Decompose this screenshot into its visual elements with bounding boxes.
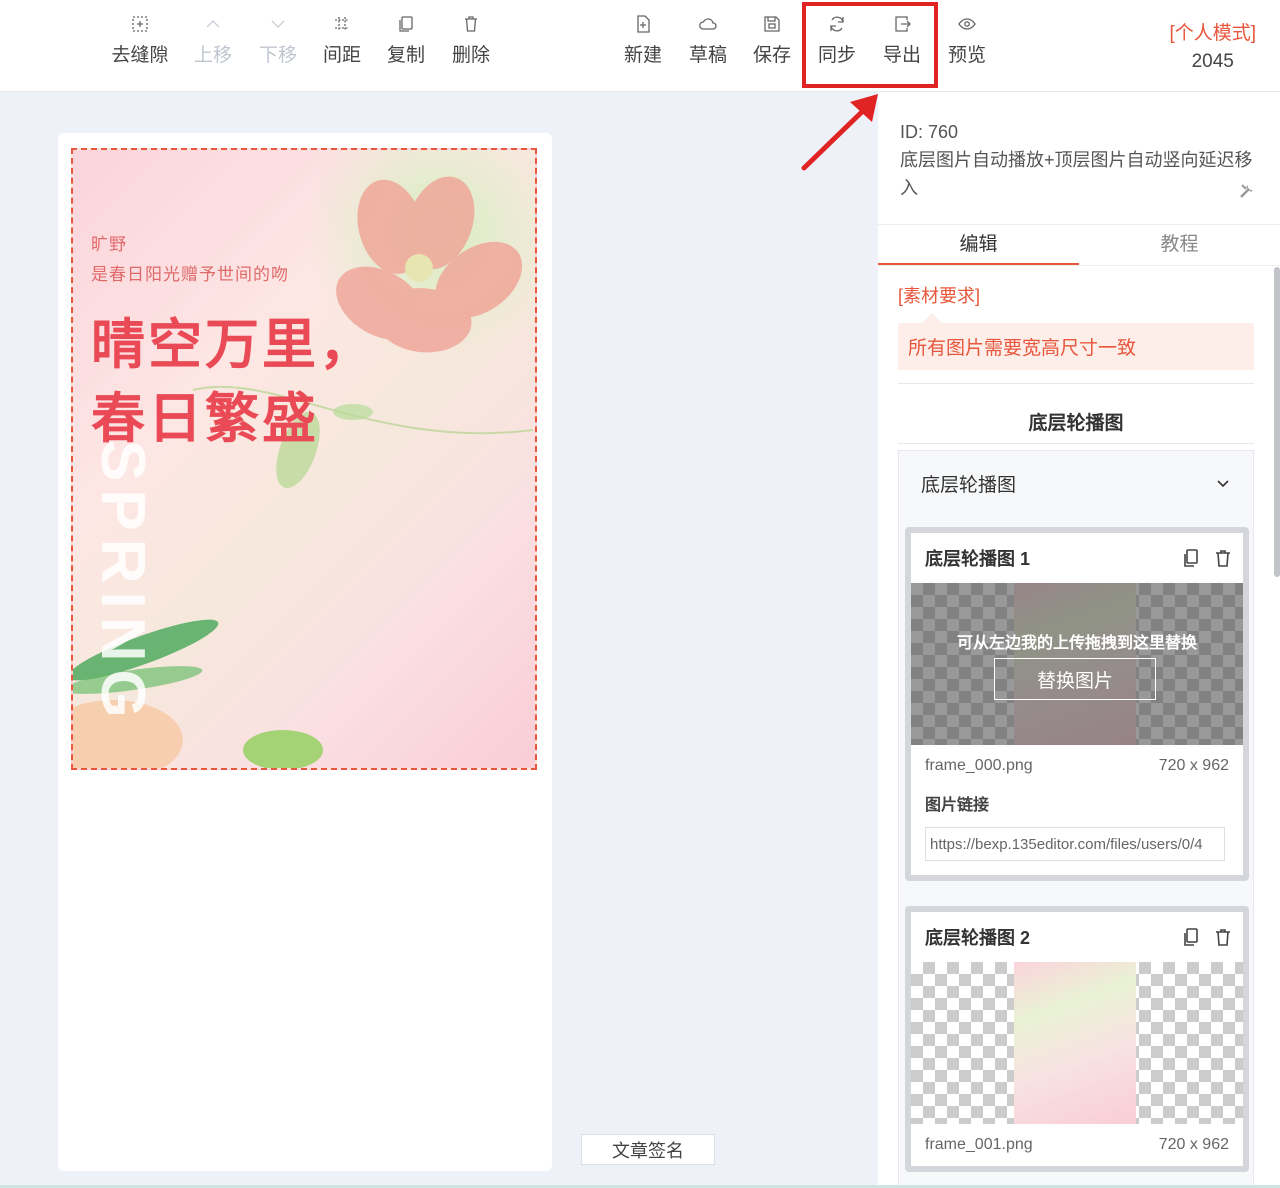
new-label: 新建 [623,45,662,66]
chevron-up-icon [206,20,220,28]
sync-export-highlight [802,2,938,88]
gap-icon [132,16,148,32]
new-file-icon [637,15,650,33]
carousel-card-2: 底层轮播图 2 frame_001.png 720 x 962 [905,906,1249,1172]
image-thumbnail[interactable] [911,962,1243,1124]
spacing-label: 间距 [322,45,361,66]
section-title: 底层轮播图 [1028,413,1124,434]
poster-subtitle-2: 是春日阳光赠予世间的吻 [91,265,289,284]
spacing-icon [335,17,349,31]
annotation-arrow-icon [801,94,878,171]
top-toolbar: 去缝隙 上移 下移 间距 复制 删除 新建 草稿 保存 同步 导出 预览 [个人… [0,0,1280,92]
chevron-down-icon [1217,480,1229,488]
copy-icon[interactable] [1181,927,1201,947]
file-dimensions: 720 x 962 [1158,1136,1229,1153]
tab-tutorial[interactable]: 教程 [1079,225,1280,265]
poster-vertical-word: SPRING [88,440,157,726]
delete-label: 删除 [451,45,490,66]
collapse-title: 底层轮播图 [921,474,1017,496]
spacing-button[interactable]: 间距 [310,14,374,78]
properties-panel: ID: 760 底层图片自动播放+顶层图片自动竖向延迟移入 编辑 教程 [素材要… [878,92,1280,1188]
copy-icon[interactable] [1181,548,1201,568]
poster-subtitle-1: 旷野 [91,235,127,254]
tools-icon[interactable] [1238,182,1256,200]
tab-edit[interactable]: 编辑 [878,225,1079,265]
move-down-label: 下移 [258,45,297,66]
image-link-input[interactable] [925,827,1225,861]
preview-button[interactable]: 预览 [935,14,999,78]
card-title: 底层轮播图 1 [925,549,1031,569]
requirement-title: [素材要求] [898,286,981,306]
image-thumbnail[interactable]: 可从左边我的上传拖拽到这里替换 替换图片 [911,583,1243,745]
preview-label: 预览 [947,45,986,66]
save-icon [764,16,780,32]
template-id: ID: 760 [900,122,959,142]
new-button[interactable]: 新建 [611,14,675,78]
mode-indicator[interactable]: [个人模式] 2045 [1169,18,1256,73]
drag-hint: 可从左边我的上传拖拽到这里替换 [956,635,1197,652]
panel-scrollbar[interactable] [1274,267,1280,577]
save-label: 保存 [752,45,791,66]
trash-icon[interactable] [1213,927,1233,947]
move-up-label: 上移 [193,45,232,66]
copy-icon [399,16,413,32]
template-description: 底层图片自动播放+顶层图片自动竖向延迟移入 [900,150,1253,198]
editor-canvas: 旷野 是春日阳光赠予世间的吻 晴空万里， 春日繁盛 SPRING [58,133,552,1171]
trash-icon[interactable] [1213,548,1233,568]
mode-number: 2045 [1191,51,1234,72]
move-down-button[interactable]: 下移 [246,14,310,78]
file-dimensions: 720 x 962 [1158,757,1229,774]
save-button[interactable]: 保存 [740,14,804,78]
delete-button[interactable]: 删除 [439,14,503,78]
file-name: frame_001.png [925,1136,1033,1153]
file-name: frame_000.png [925,757,1033,774]
carousel-card-1: 底层轮播图 1 可从左边我的上传拖拽到这里替换 替换图片 frame_000.p… [905,527,1249,881]
poster-preview[interactable]: 旷野 是春日阳光赠予世间的吻 晴空万里， 春日繁盛 SPRING [71,148,537,770]
draft-button[interactable]: 草稿 [676,14,740,78]
image-link-label: 图片链接 [925,797,990,814]
poster-title-1: 晴空万里， [91,315,376,375]
remove-gap-label: 去缝隙 [111,45,169,66]
move-up-button[interactable]: 上移 [181,14,245,78]
carousel-collapse-header[interactable]: 底层轮播图 [899,451,1253,515]
copy-button[interactable]: 复制 [374,14,438,78]
requirement-text: 所有图片需要宽高尺寸一致 [898,313,1254,370]
card-title: 底层轮播图 2 [925,928,1031,948]
carousel-collapse: 底层轮播图 底层轮播图 1 可从左边我的上传拖拽到这里替换 替换图片 frame… [898,450,1254,1188]
draft-label: 草稿 [688,45,727,66]
remove-gap-button[interactable]: 去缝隙 [108,14,172,78]
article-signature-button[interactable]: 文章签名 [581,1134,715,1165]
eye-icon [958,18,976,30]
copy-label: 复制 [386,45,425,66]
replace-image-button[interactable]: 替换图片 [994,658,1156,700]
panel-tabs: 编辑 教程 [878,224,1280,266]
cloud-icon [699,18,717,30]
trash-icon [465,16,477,32]
chevron-down-icon [271,20,285,28]
template-meta: ID: 760 底层图片自动播放+顶层图片自动竖向延迟移入 [878,92,1280,202]
mode-label: [个人模式] [1169,23,1256,44]
